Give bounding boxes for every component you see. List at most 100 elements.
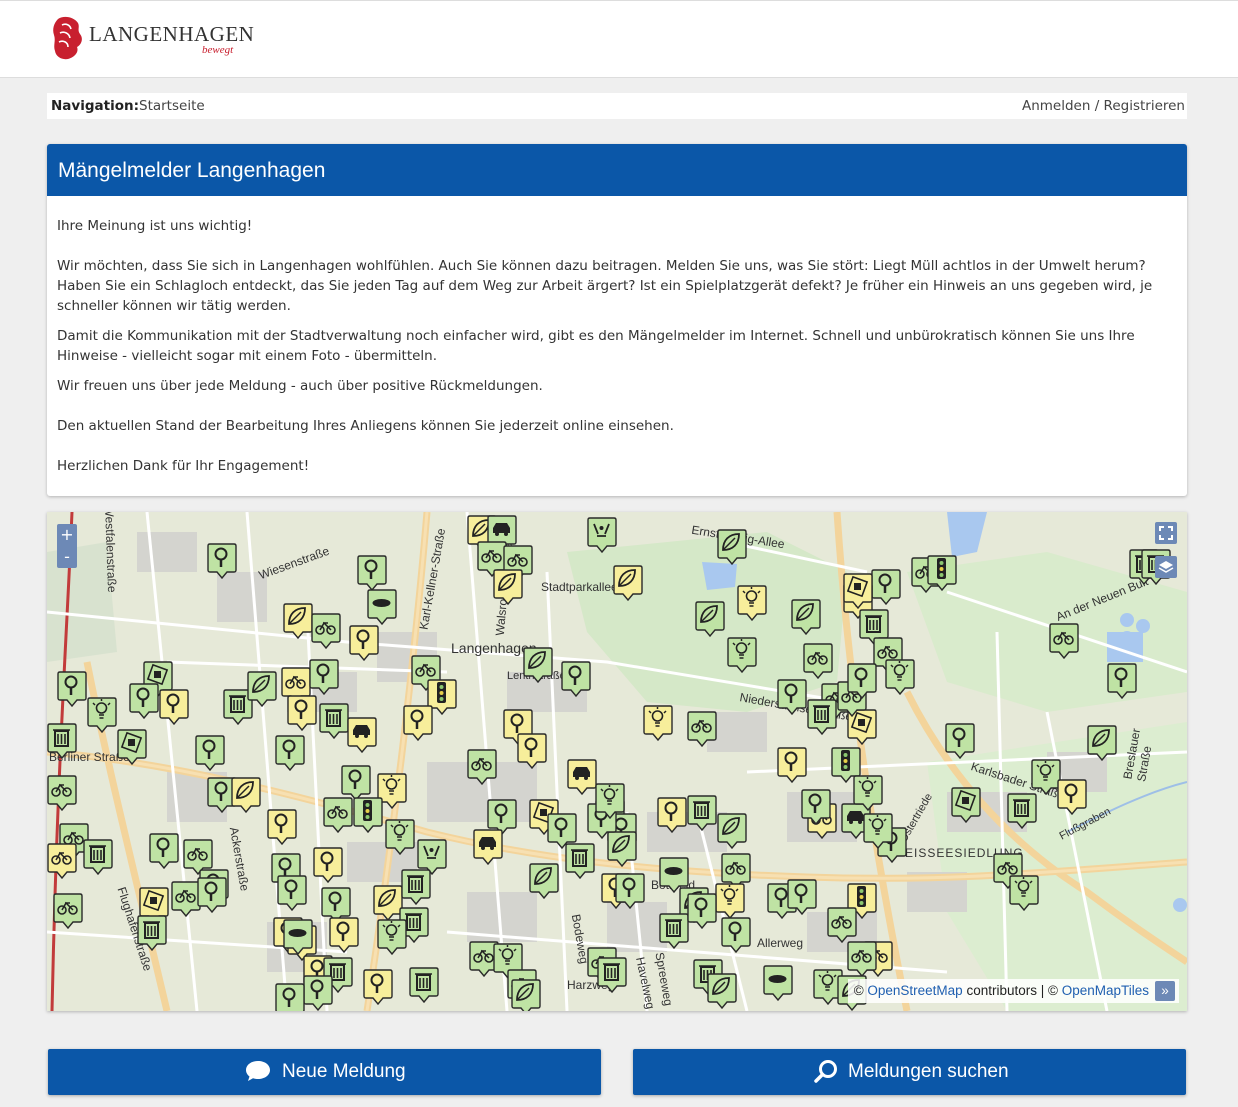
openstreetmap-link[interactable]: OpenStreetMap	[867, 983, 962, 998]
report-marker[interactable]	[83, 838, 113, 876]
report-marker[interactable]	[695, 600, 725, 638]
report-marker[interactable]	[863, 812, 893, 850]
report-marker[interactable]	[149, 832, 179, 870]
report-marker[interactable]	[283, 602, 313, 640]
report-marker[interactable]	[137, 914, 167, 952]
search-reports-button[interactable]: Meldungen suchen	[633, 1049, 1186, 1095]
report-marker[interactable]	[567, 758, 597, 796]
report-marker[interactable]	[57, 670, 87, 708]
layers-button[interactable]	[1155, 556, 1177, 578]
report-marker[interactable]	[827, 906, 857, 944]
report-marker[interactable]	[721, 916, 751, 954]
report-marker[interactable]	[885, 658, 915, 696]
report-marker[interactable]	[385, 818, 415, 856]
report-marker[interactable]	[871, 568, 901, 606]
report-marker[interactable]	[247, 670, 277, 708]
report-marker[interactable]	[523, 646, 553, 684]
report-marker[interactable]	[951, 786, 981, 824]
report-marker[interactable]	[511, 978, 541, 1011]
report-marker[interactable]	[313, 846, 343, 884]
report-marker[interactable]	[473, 828, 503, 866]
report-marker[interactable]	[807, 698, 837, 736]
report-marker[interactable]	[561, 660, 591, 698]
report-marker[interactable]	[47, 722, 77, 760]
report-marker[interactable]	[349, 624, 379, 662]
report-marker[interactable]	[311, 612, 341, 650]
report-marker[interactable]	[595, 782, 625, 820]
report-marker[interactable]	[847, 940, 877, 978]
report-marker[interactable]	[329, 916, 359, 954]
report-marker[interactable]	[353, 796, 383, 834]
report-marker[interactable]	[1049, 622, 1079, 660]
report-marker[interactable]	[319, 702, 349, 740]
report-marker[interactable]	[529, 862, 559, 900]
report-marker[interactable]	[409, 966, 439, 1004]
report-marker[interactable]	[517, 732, 547, 770]
report-marker[interactable]	[687, 892, 717, 930]
login-register-link[interactable]: Anmelden / Registrieren	[1022, 98, 1185, 114]
report-marker[interactable]	[287, 694, 317, 732]
report-marker[interactable]	[275, 734, 305, 772]
report-marker[interactable]	[777, 746, 807, 784]
report-marker[interactable]	[787, 878, 817, 916]
report-marker[interactable]	[737, 584, 767, 622]
report-map[interactable]: Langenhagen Stadtparkallee Ernst-Nebig-A…	[47, 512, 1187, 1011]
report-marker[interactable]	[275, 982, 305, 1011]
report-marker[interactable]	[207, 542, 237, 580]
report-marker[interactable]	[1087, 724, 1117, 762]
report-marker[interactable]	[717, 528, 747, 566]
report-marker[interactable]	[363, 968, 393, 1006]
report-marker[interactable]	[309, 658, 339, 696]
report-marker[interactable]	[791, 598, 821, 636]
report-marker[interactable]	[367, 588, 397, 626]
report-marker[interactable]	[117, 728, 147, 766]
report-marker[interactable]	[159, 688, 189, 726]
report-marker[interactable]	[467, 748, 497, 786]
report-marker[interactable]	[613, 564, 643, 602]
report-marker[interactable]	[717, 812, 747, 850]
report-marker[interactable]	[657, 796, 687, 834]
report-marker[interactable]	[727, 636, 757, 674]
report-marker[interactable]	[927, 554, 957, 592]
report-marker[interactable]	[853, 774, 883, 812]
report-marker[interactable]	[1007, 792, 1037, 830]
report-marker[interactable]	[687, 794, 717, 832]
new-report-button[interactable]: Neue Meldung	[48, 1049, 601, 1095]
report-marker[interactable]	[197, 876, 227, 914]
report-marker[interactable]	[643, 704, 673, 742]
report-marker[interactable]	[277, 874, 307, 912]
report-marker[interactable]	[803, 642, 833, 680]
report-marker[interactable]	[87, 696, 117, 734]
report-marker[interactable]	[565, 842, 595, 880]
report-marker[interactable]	[1009, 874, 1039, 912]
report-marker[interactable]	[347, 716, 377, 754]
zoom-out-button[interactable]: -	[57, 546, 77, 568]
report-marker[interactable]	[493, 568, 523, 606]
report-marker[interactable]	[283, 918, 313, 956]
report-marker[interactable]	[707, 972, 737, 1010]
report-marker[interactable]	[303, 974, 333, 1011]
report-marker[interactable]	[129, 682, 159, 720]
report-marker[interactable]	[597, 956, 627, 994]
report-marker[interactable]	[1057, 778, 1087, 816]
report-marker[interactable]	[659, 912, 689, 950]
breadcrumb-home-link[interactable]: Startseite	[139, 98, 205, 114]
report-marker[interactable]	[801, 788, 831, 826]
report-marker[interactable]	[357, 554, 387, 592]
report-marker[interactable]	[47, 842, 77, 880]
report-marker[interactable]	[847, 662, 877, 700]
report-marker[interactable]	[267, 808, 297, 846]
report-marker[interactable]	[195, 734, 225, 772]
report-marker[interactable]	[587, 516, 617, 554]
report-marker[interactable]	[687, 710, 717, 748]
report-marker[interactable]	[403, 704, 433, 742]
attribution-expand-button[interactable]: »	[1155, 981, 1175, 1002]
zoom-in-button[interactable]: +	[57, 524, 77, 546]
report-marker[interactable]	[401, 868, 431, 906]
report-marker[interactable]	[945, 722, 975, 760]
report-marker[interactable]	[231, 776, 261, 814]
report-marker[interactable]	[843, 572, 873, 610]
report-marker[interactable]	[1107, 662, 1137, 700]
report-marker[interactable]	[763, 964, 793, 1002]
report-marker[interactable]	[715, 882, 745, 920]
